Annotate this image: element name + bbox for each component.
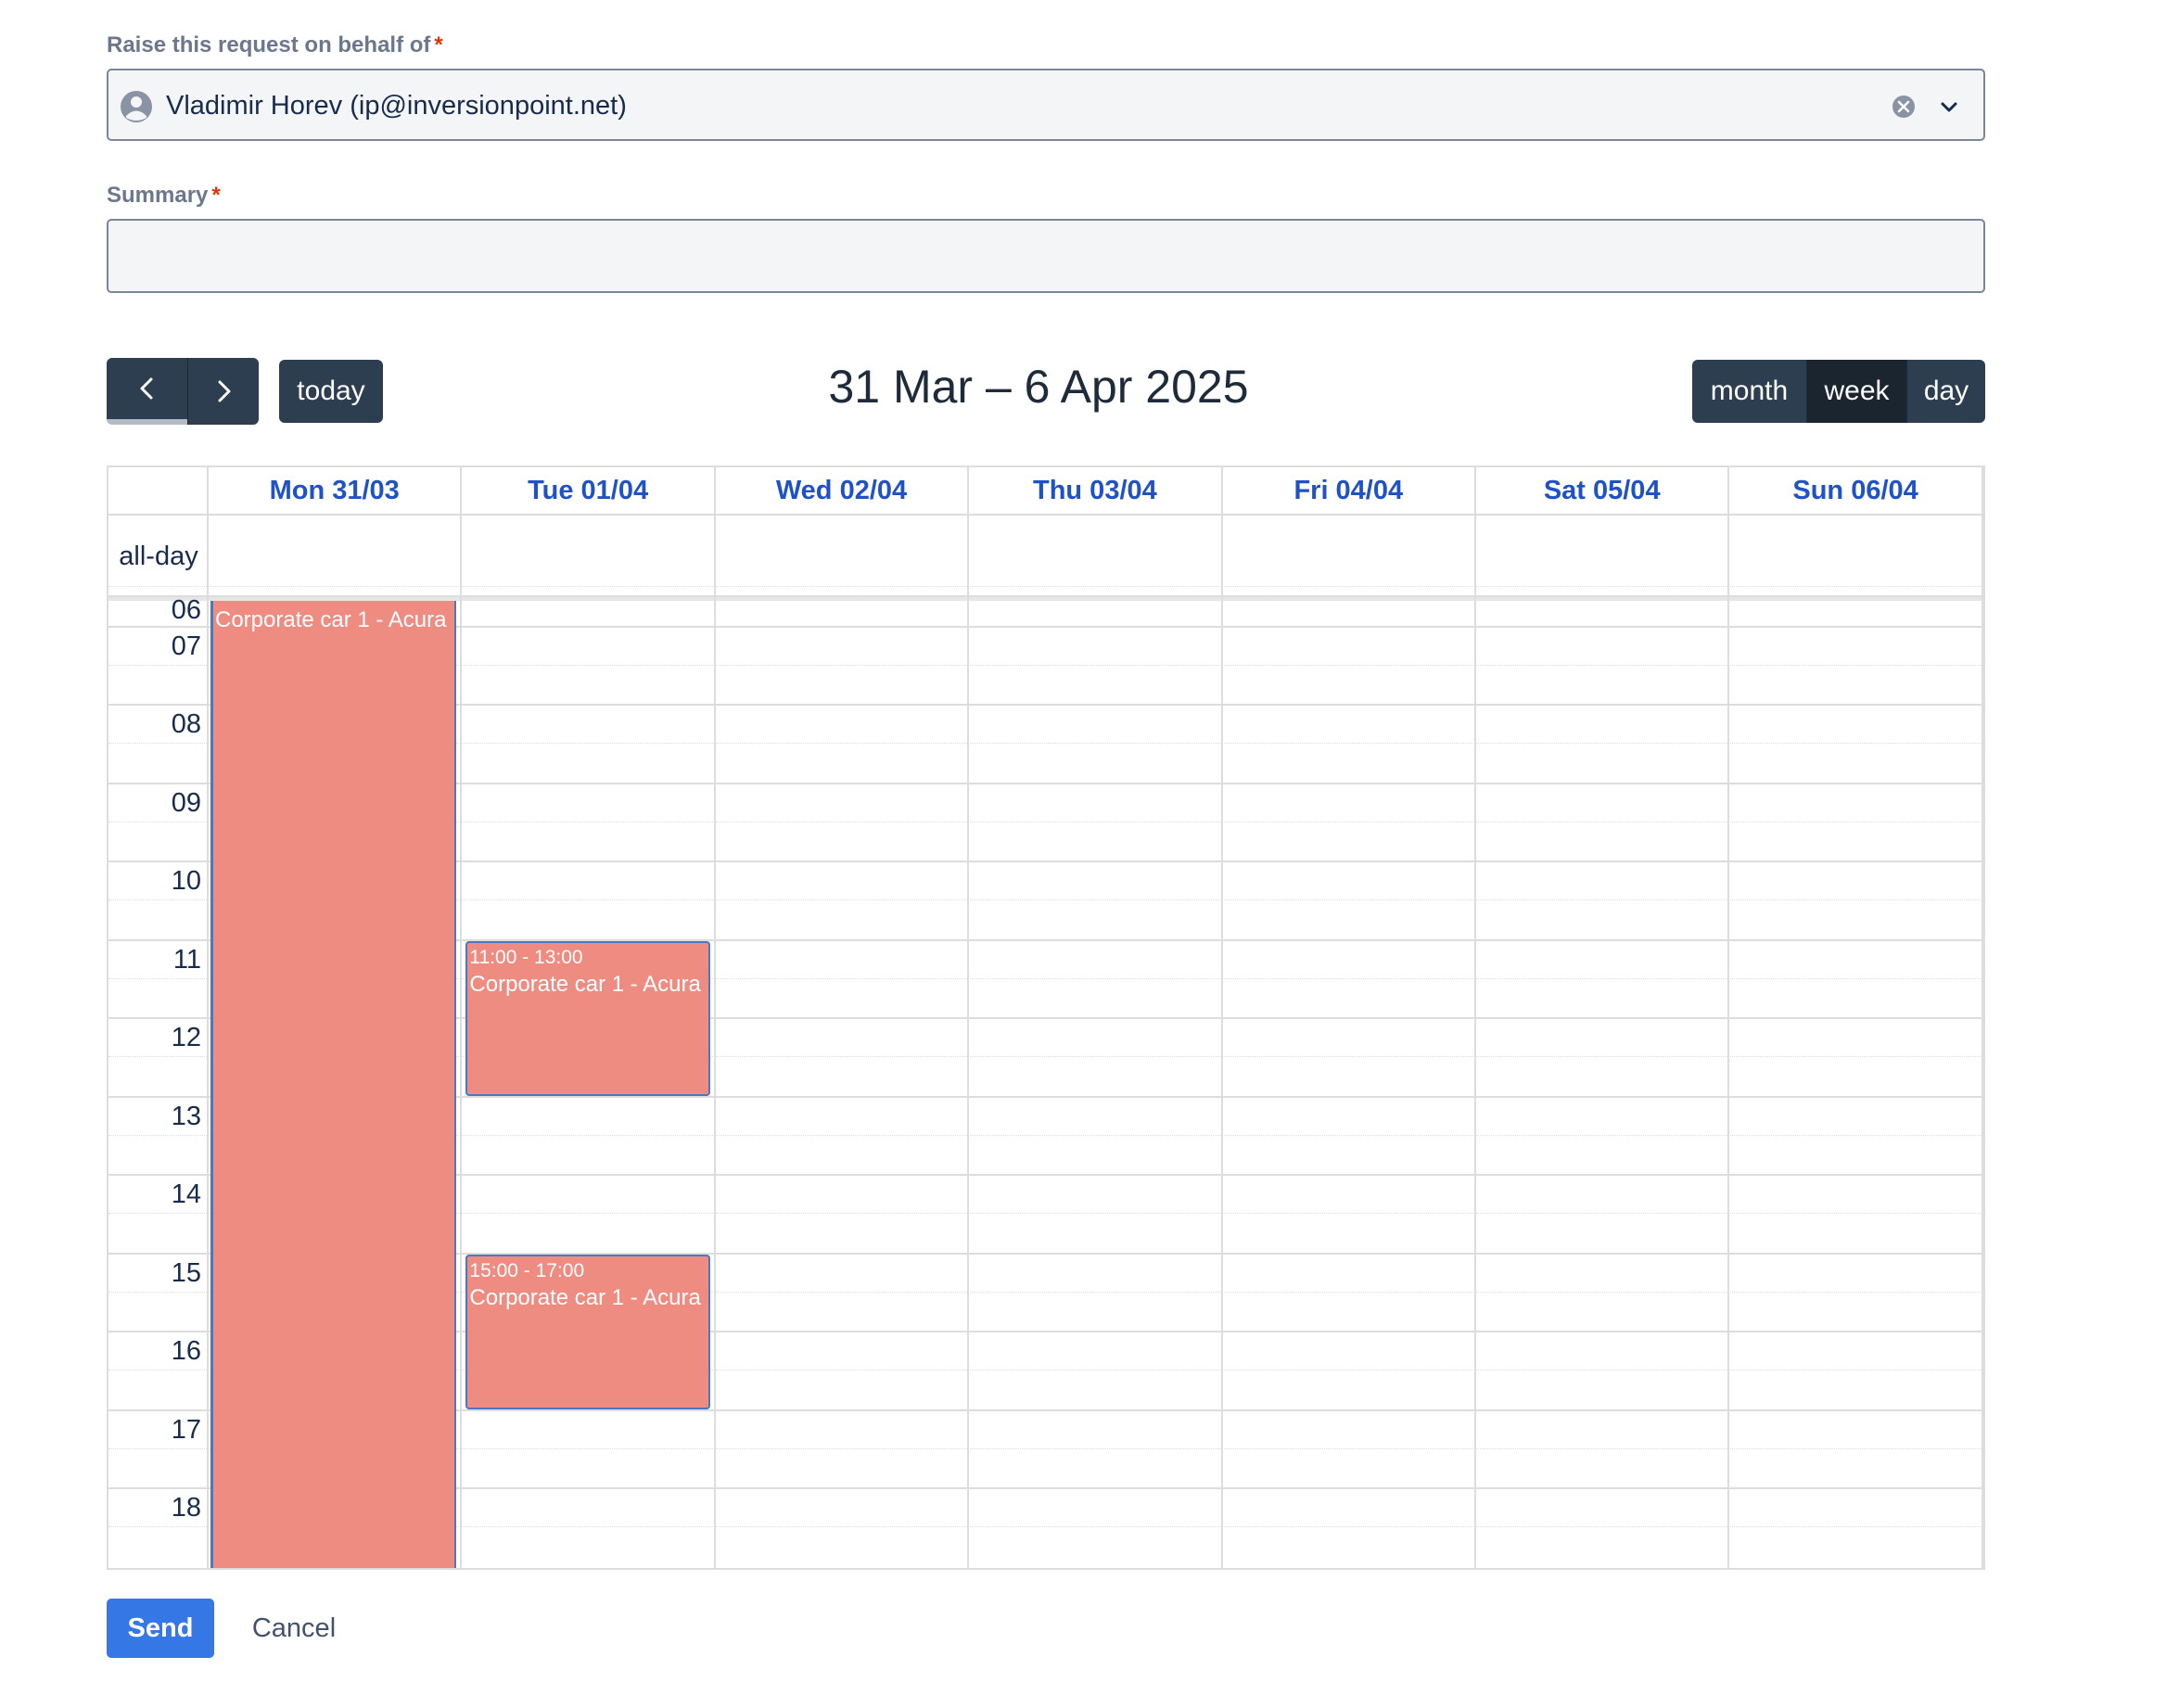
allday-label: all-day — [119, 542, 198, 571]
time-label: 17 — [171, 1414, 201, 1445]
day-header-tue-01-04[interactable]: Tue 01/04 — [462, 467, 716, 514]
summary-input[interactable] — [107, 219, 1985, 293]
calendar-event[interactable]: 15:00 - 17:00 Corporate car 1 - Acura — [465, 1254, 710, 1409]
day-header-wed-02-04[interactable]: Wed 02/04 — [716, 467, 970, 514]
time-label: 18 — [171, 1493, 201, 1523]
view-month-button[interactable]: month — [1692, 360, 1807, 423]
time-label: 14 — [171, 1179, 201, 1209]
calendar-event[interactable]: 11:00 - 13:00 Corporate car 1 - Acura — [465, 940, 710, 1096]
time-label: 07 — [171, 631, 201, 661]
event-time: 11:00 - 13:00 — [469, 946, 583, 968]
time-label: 16 — [171, 1336, 201, 1366]
day-header-mon-31-03[interactable]: Mon 31/03 — [209, 467, 463, 514]
time-label: 12 — [171, 1023, 201, 1052]
cancel-button[interactable]: Cancel — [234, 1599, 354, 1658]
time-label: 13 — [171, 1101, 201, 1131]
calendar-event[interactable]: Corporate car 1 - Acura — [210, 601, 457, 1568]
day-header-fri-04-04[interactable]: Fri 04/04 — [1223, 467, 1476, 514]
week-calendar: all-day Mon 31/03 Tue 01/04 Wed 02/04 Thu 0… — [107, 465, 1985, 1570]
time-label: 08 — [171, 709, 201, 739]
time-label: 09 — [171, 787, 201, 818]
event-title: Corporate car 1 - Acura — [469, 971, 701, 997]
chevron-down-icon[interactable] — [1937, 96, 1961, 120]
behalf-select-value: Vladimir Horev (ip@inversionpoint.net) — [166, 91, 627, 121]
view-switcher: month week day — [1692, 360, 1985, 423]
required-mark: * — [434, 32, 443, 57]
view-day-button[interactable]: day — [1907, 360, 1985, 423]
day-header-sun-06-04[interactable]: Sun 06/04 — [1729, 467, 1983, 514]
event-title: Corporate car 1 - Acura — [215, 607, 447, 632]
half-hour-line — [108, 586, 1983, 588]
time-label: 10 — [171, 866, 201, 896]
header-divider — [108, 514, 1983, 516]
day-header-thu-03-04[interactable]: Thu 03/04 — [969, 467, 1223, 514]
time-label: 06 — [171, 595, 201, 625]
user-avatar-icon — [121, 91, 152, 122]
view-week-button[interactable]: week — [1807, 360, 1907, 423]
send-button[interactable]: Send — [107, 1599, 214, 1658]
time-label: 11 — [172, 944, 201, 975]
behalf-label: Raise this request on behalf of * — [107, 32, 443, 57]
time-label: 15 — [171, 1257, 201, 1288]
event-time: 15:00 - 17:00 — [469, 1259, 585, 1281]
summary-label: Summary * — [107, 183, 221, 208]
day-header-sat-05-04[interactable]: Sat 05/04 — [1476, 467, 1730, 514]
required-mark: * — [211, 183, 221, 208]
event-title: Corporate car 1 - Acura — [469, 1284, 701, 1310]
clear-icon[interactable] — [1891, 94, 1917, 120]
behalf-select[interactable]: Vladimir Horev (ip@inversionpoint.net) — [107, 69, 1985, 141]
